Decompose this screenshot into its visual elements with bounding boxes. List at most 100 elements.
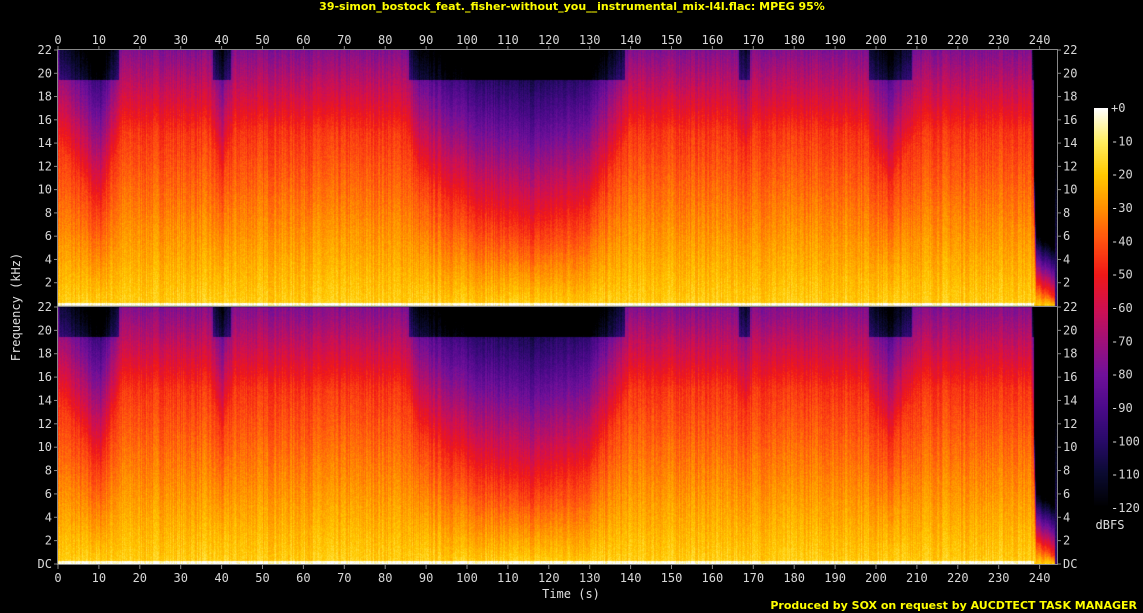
colorbar-tick-label: -120 <box>1111 501 1140 515</box>
y-tick-label-left: 20 <box>38 323 52 337</box>
y-tick-label-left: 16 <box>38 113 52 127</box>
colorbar-tick-label: -10 <box>1111 134 1133 148</box>
y-tick-label-left: 14 <box>38 393 52 407</box>
y-tick-label-right: 14 <box>1063 393 1077 407</box>
x-tick-label-bottom: 120 <box>538 571 560 585</box>
x-tick-label-top: 230 <box>988 33 1010 47</box>
colorbar-tick-label: -110 <box>1111 468 1140 482</box>
y-tick-label-right: 10 <box>1063 183 1077 197</box>
y-tick-label-left: 14 <box>38 136 52 150</box>
x-tick-label-top: 10 <box>92 33 106 47</box>
y-tick-label-left: 4 <box>45 510 52 524</box>
colorbar-tick-label: +0 <box>1111 101 1125 115</box>
y-tick-label-left: 22 <box>38 43 52 57</box>
colorbar-tick-label: -40 <box>1111 234 1133 248</box>
y-tick-label-right: 12 <box>1063 417 1077 431</box>
x-tick-label-top: 80 <box>378 33 392 47</box>
x-tick-label-top: 190 <box>824 33 846 47</box>
footer-credit: Produced by SOX on request by AUCDTECT T… <box>770 599 1137 612</box>
x-tick-label-bottom: 10 <box>92 571 106 585</box>
y-tick-label-left: 8 <box>45 464 52 478</box>
y-tick-label-right: 14 <box>1063 136 1077 150</box>
colorbar-tick-label: -80 <box>1111 368 1133 382</box>
y-axis-label: Frequency (kHz) <box>9 253 23 361</box>
x-tick-label-top: 100 <box>456 33 478 47</box>
x-tick-label-top: 150 <box>661 33 683 47</box>
y-tick-label-left: 10 <box>38 183 52 197</box>
y-tick-label-left: 8 <box>45 206 52 220</box>
x-tick-label-bottom: 50 <box>255 571 269 585</box>
x-tick-label-bottom: 30 <box>173 571 187 585</box>
colorbar-tick-label: -90 <box>1111 401 1133 415</box>
y-tick-label-left: 2 <box>45 534 52 548</box>
y-tick-label-right: 18 <box>1063 347 1077 361</box>
x-tick-label-top: 70 <box>337 33 351 47</box>
y-tick-label-left: 20 <box>38 66 52 80</box>
y-tick-label-right: 20 <box>1063 66 1077 80</box>
x-tick-label-top: 40 <box>214 33 228 47</box>
x-tick-label-bottom: 190 <box>824 571 846 585</box>
x-tick-label-bottom: 90 <box>419 571 433 585</box>
y-tick-label-left: 10 <box>38 440 52 454</box>
chart-overlay: 39-simon_bostock_feat._fisher-without_yo… <box>9 0 1140 612</box>
x-tick-label-bottom: 180 <box>783 571 805 585</box>
x-tick-label-top: 180 <box>783 33 805 47</box>
y-tick-label-right: 22 <box>1063 300 1077 314</box>
colorbar-tick-label: -30 <box>1111 201 1133 215</box>
x-tick-label-bottom: 0 <box>54 571 61 585</box>
x-tick-label-top: 240 <box>1029 33 1051 47</box>
y-tick-label-right: 18 <box>1063 90 1077 104</box>
y-tick-label-right: 22 <box>1063 43 1077 57</box>
colorbar-tick-label: -20 <box>1111 168 1133 182</box>
colorbar-tick-label: -60 <box>1111 301 1133 315</box>
x-tick-label-top: 140 <box>620 33 642 47</box>
x-tick-label-top: 50 <box>255 33 269 47</box>
y-tick-label-right: 2 <box>1063 276 1070 290</box>
colorbar-tick-label: -70 <box>1111 334 1133 348</box>
y-tick-label-left: 22 <box>38 300 52 314</box>
x-tick-label-top: 110 <box>497 33 519 47</box>
y-tick-label-left: 6 <box>45 487 52 501</box>
y-tick-label-left: 12 <box>38 417 52 431</box>
y-tick-label-left: 18 <box>38 347 52 361</box>
x-tick-label-bottom: 100 <box>456 571 478 585</box>
y-tick-label-right: 4 <box>1063 510 1070 524</box>
y-tick-label-left: 12 <box>38 159 52 173</box>
x-tick-label-top: 120 <box>538 33 560 47</box>
y-tick-label-right: 4 <box>1063 252 1070 266</box>
x-tick-label-bottom: 60 <box>296 571 310 585</box>
y-tick-label-right: 8 <box>1063 206 1070 220</box>
x-tick-label-top: 210 <box>906 33 928 47</box>
y-tick-label-right: 6 <box>1063 229 1070 243</box>
x-tick-label-bottom: 70 <box>337 571 351 585</box>
y-tick-label-right: 16 <box>1063 113 1077 127</box>
colorbar-label: dBFS <box>1096 518 1125 532</box>
x-tick-label-top: 20 <box>133 33 147 47</box>
x-tick-label-top: 60 <box>296 33 310 47</box>
x-tick-label-top: 170 <box>742 33 764 47</box>
colorbar-tick-label: -50 <box>1111 268 1133 282</box>
x-tick-label-bottom: 40 <box>214 571 228 585</box>
x-tick-label-top: 220 <box>947 33 969 47</box>
y-tick-label-right: 2 <box>1063 534 1070 548</box>
colorbar-tick-label: -100 <box>1111 434 1140 448</box>
y-tick-label-left: 2 <box>45 276 52 290</box>
x-tick-label-top: 0 <box>54 33 61 47</box>
x-tick-label-bottom: 220 <box>947 571 969 585</box>
x-tick-label-top: 160 <box>702 33 724 47</box>
y-tick-label-left: 4 <box>45 252 52 266</box>
x-tick-label-bottom: 240 <box>1029 571 1051 585</box>
y-tick-label-left: DC <box>38 557 52 571</box>
x-tick-label-bottom: 150 <box>661 571 683 585</box>
y-tick-label-right: 6 <box>1063 487 1070 501</box>
y-tick-label-left: 18 <box>38 90 52 104</box>
y-tick-label-right: 20 <box>1063 323 1077 337</box>
y-tick-label-right: 12 <box>1063 159 1077 173</box>
x-tick-label-bottom: 130 <box>579 571 601 585</box>
x-tick-label-bottom: 140 <box>620 571 642 585</box>
y-tick-label-left: 6 <box>45 229 52 243</box>
y-tick-label-left: 16 <box>38 370 52 384</box>
x-tick-label-top: 30 <box>173 33 187 47</box>
x-tick-label-bottom: 210 <box>906 571 928 585</box>
y-tick-label-right: 10 <box>1063 440 1077 454</box>
